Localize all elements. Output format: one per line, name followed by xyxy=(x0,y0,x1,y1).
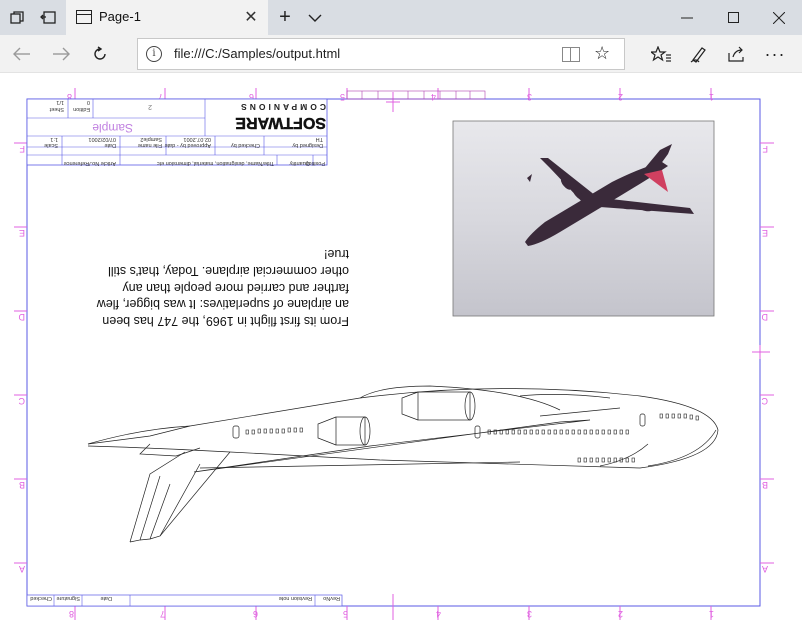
edition-label: Edition xyxy=(73,106,90,112)
url-text[interactable]: file:///C:/Samples/output.html xyxy=(174,46,340,61)
designed-by-value: TH xyxy=(316,136,323,142)
row-label: C xyxy=(18,396,25,406)
tab-actions-icon[interactable] xyxy=(2,0,32,35)
col-label: 2 xyxy=(618,92,623,102)
forward-arrow-icon[interactable] xyxy=(42,37,80,71)
rev-value: 2 xyxy=(148,103,152,110)
row-label: D xyxy=(761,312,768,322)
logo-sub-text: COMPANIONS xyxy=(238,102,326,112)
row-label: E xyxy=(762,228,768,238)
col-label: 8 xyxy=(69,609,74,619)
checked-by-label: Checked by xyxy=(231,142,260,148)
approved-value: 02.07.2001 xyxy=(183,136,211,142)
favorites-list-icon[interactable] xyxy=(643,37,679,71)
paragraph-line: an airplane of superlatives: It was bigg… xyxy=(96,297,349,311)
chevron-down-icon[interactable] xyxy=(300,0,330,35)
col-label: 3 xyxy=(527,609,532,619)
info-icon[interactable]: i xyxy=(146,46,162,62)
filename-value: Sample2 xyxy=(140,136,162,142)
row-label: F xyxy=(762,144,768,154)
paragraph-line: From its first flight in 1969, the 747 h… xyxy=(102,314,349,328)
back-arrow-icon[interactable] xyxy=(3,37,41,71)
paragraph-line: true! xyxy=(324,247,349,261)
col-label: 2 xyxy=(618,609,623,619)
maximize-icon[interactable] xyxy=(710,0,756,35)
article-label: Article No./Reference xyxy=(64,160,116,166)
technical-drawing: 8 7 6 5 4 3 2 1 8 7 6 5 4 3 2 1 F E D C … xyxy=(10,88,790,628)
logo-main-text: SOFTWARE xyxy=(235,114,326,131)
row-label: F xyxy=(19,144,25,154)
navigation-bar: i file:///C:/Samples/output.html ☆ ··· xyxy=(0,35,802,73)
col-label: 3 xyxy=(527,92,532,102)
web-note-pen-icon[interactable] xyxy=(681,37,717,71)
scale-value: 1:1 xyxy=(50,136,58,142)
rev-note-label: Revision note xyxy=(279,595,312,601)
row-label: A xyxy=(19,564,25,574)
row-label: B xyxy=(762,480,768,490)
paragraph-line: farther and carried more people than any xyxy=(122,281,349,295)
reading-view-icon[interactable] xyxy=(562,47,580,62)
rev-no-label: RevNo xyxy=(323,595,340,601)
rev-date-label: Date xyxy=(100,595,112,601)
rev-signature-label: Signature xyxy=(56,595,80,601)
col-label: 1 xyxy=(709,92,714,102)
col-label: 5 xyxy=(340,92,345,102)
sheet-value: 1/1 xyxy=(56,99,64,105)
col-label: 7 xyxy=(160,609,165,619)
edition-value: 0 xyxy=(87,99,90,105)
tab-title: Page-1 xyxy=(99,9,141,24)
title-bar: Page-1 ✕ + xyxy=(0,0,802,35)
share-icon[interactable] xyxy=(719,37,755,71)
more-options-icon[interactable]: ··· xyxy=(757,37,793,71)
favorite-star-icon[interactable]: ☆ xyxy=(594,43,610,64)
row-label: E xyxy=(19,228,25,238)
title-name-label: Title/Name, designation, material, dimen… xyxy=(157,160,274,166)
col-label: 5 xyxy=(343,609,348,619)
close-tab-icon[interactable]: ✕ xyxy=(242,7,260,27)
new-tab-icon[interactable]: + xyxy=(270,0,300,35)
address-bar[interactable]: i file:///C:/Samples/output.html ☆ xyxy=(137,38,625,70)
date-value: 07/02/2001 xyxy=(88,136,116,142)
paragraph-line: other commercial airplane. Today, that's… xyxy=(108,264,349,278)
sheet-label: Sheet xyxy=(49,106,64,112)
sample-text: Sample xyxy=(92,121,133,135)
rev-checked-label: Checked xyxy=(30,595,52,601)
quantity-label: Quantity xyxy=(289,160,310,166)
row-label: A xyxy=(762,564,768,574)
row-label: D xyxy=(18,312,25,322)
row-label: B xyxy=(19,480,25,490)
page-content: 8 7 6 5 4 3 2 1 8 7 6 5 4 3 2 1 F E D C … xyxy=(0,74,802,634)
col-label: 4 xyxy=(436,609,441,619)
tab-page-1[interactable]: Page-1 ✕ xyxy=(66,0,268,35)
revision-block: Checked Signature Date Revision note Rev… xyxy=(26,594,343,607)
minimize-icon[interactable] xyxy=(664,0,710,35)
col-label: 4 xyxy=(431,92,436,102)
col-label: 1 xyxy=(709,609,714,619)
refresh-icon[interactable] xyxy=(81,37,119,71)
page-icon xyxy=(76,10,92,24)
title-block: COMPANIONS SOFTWARE Sample Sheet 1/1 Edi… xyxy=(26,98,328,166)
col-label: 6 xyxy=(253,609,258,619)
airplane-photo xyxy=(452,120,715,317)
set-tabs-aside-icon[interactable] xyxy=(33,0,63,35)
row-label: C xyxy=(761,396,768,406)
close-window-icon[interactable] xyxy=(756,0,802,35)
